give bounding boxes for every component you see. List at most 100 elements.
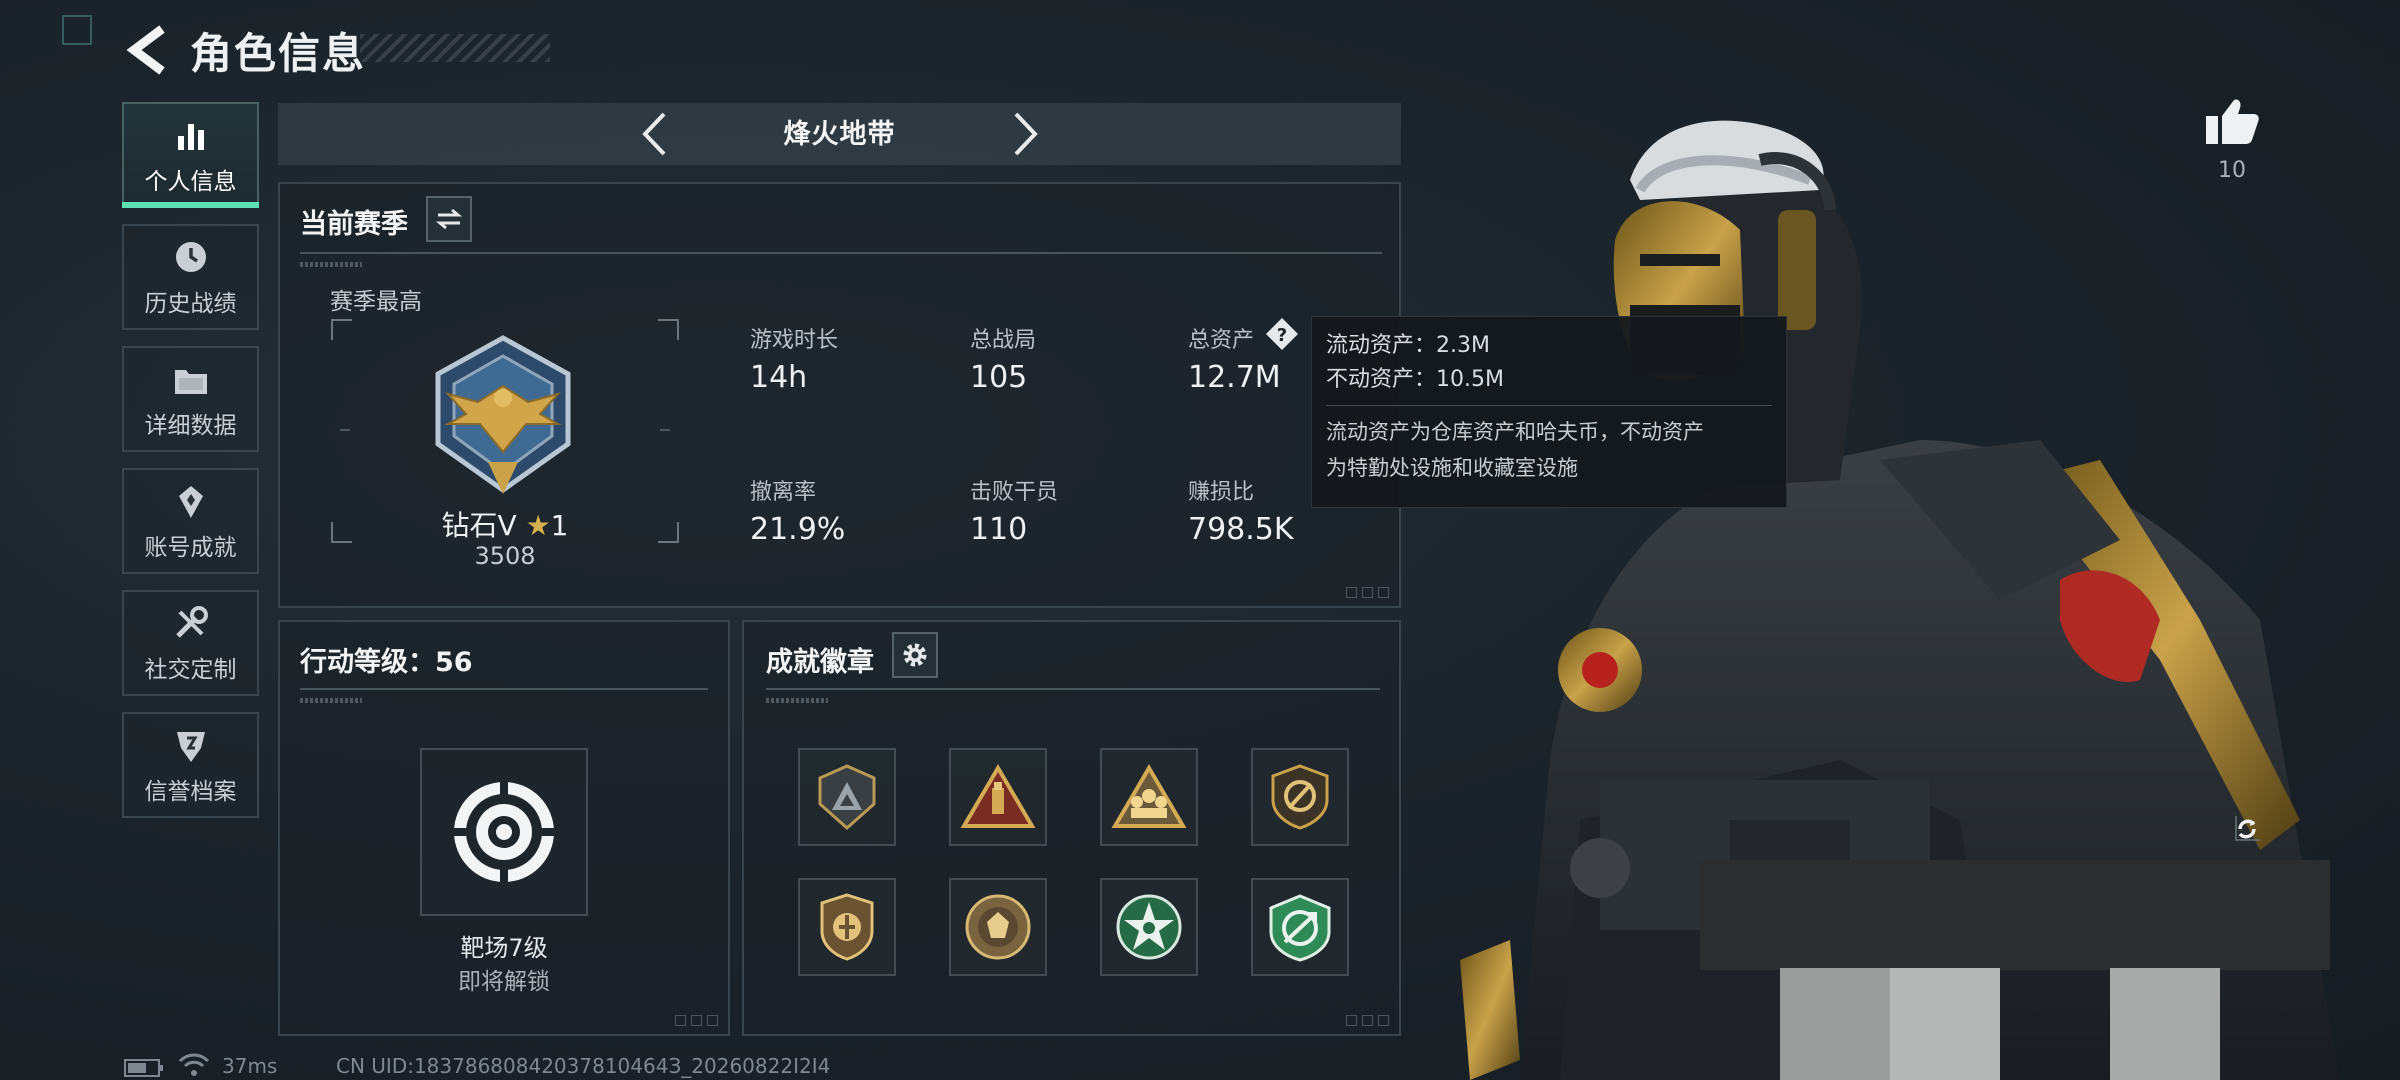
obscured-area: [1700, 860, 2330, 970]
thumbs-up-icon: [2206, 99, 2259, 144]
obscured-area: [1890, 968, 2000, 1080]
sidebar-item-details[interactable]: 详细数据: [122, 346, 259, 452]
rotate-icon: [2235, 816, 2260, 841]
wifi-icon: [178, 1052, 210, 1080]
achievement-badge[interactable]: [949, 878, 1047, 976]
tools-icon: [175, 606, 208, 638]
rank-name-row: 钻石V ★1: [420, 504, 590, 544]
stat-label: 总资产: [1188, 328, 1255, 353]
achievements-divider: [766, 688, 1380, 690]
stat-label: 赚损比: [1188, 480, 1255, 505]
action-level-title: 行动等级：56: [300, 647, 473, 678]
like-button[interactable]: [2204, 96, 2260, 150]
sidebar-item-profile[interactable]: 个人信息: [122, 102, 259, 208]
rank-name: 钻石V: [441, 509, 517, 542]
stat-label: 游戏时长: [750, 328, 839, 353]
season-best-label: 赛季最高: [330, 289, 422, 315]
badge-warning-triangle-icon: [960, 764, 1036, 828]
hatch-decoration: [766, 698, 828, 703]
target-icon: [448, 776, 560, 888]
back-button[interactable]: [118, 20, 178, 80]
sidebar-item-label: 历史战绩: [144, 291, 237, 317]
reward-tile[interactable]: [420, 748, 588, 916]
panel-corner-decoration: [675, 1015, 718, 1026]
hatch-decoration: [300, 262, 362, 267]
stat-value: 21.9%: [750, 512, 846, 547]
title-decoration: [360, 34, 550, 62]
achievement-icon: [178, 486, 203, 518]
sidebar-item-social[interactable]: 社交定制: [122, 590, 259, 696]
badge-triangle-shield-icon: [818, 764, 876, 831]
stat-value: 14h: [750, 360, 808, 395]
stat-value: 12.7M: [1188, 360, 1281, 395]
gear-icon: [903, 643, 927, 667]
badge-crest-icon: [820, 893, 874, 961]
tooltip-fixed-assets: 不动资产：10.5M: [1326, 367, 1504, 392]
tooltip-description-line: 为特勤处设施和收藏室设施: [1326, 456, 1578, 480]
uid-text: CN UID:18378680842037810464З_20260822I2I…: [336, 1054, 831, 1078]
panel-corner-decoration: [1346, 1015, 1389, 1026]
achievement-badge[interactable]: [1100, 878, 1198, 976]
asset-tooltip: 流动资产：2.3M 不动资产：10.5M 流动资产为仓库资产和哈夫币，不动资产 …: [1311, 316, 1787, 508]
help-diamond-icon: ?: [1266, 318, 1298, 350]
sidebar-item-credit[interactable]: 信誉档案: [122, 712, 259, 818]
badge-squad-triangle-icon: [1111, 764, 1187, 828]
obscured-area: [2110, 968, 2220, 1080]
sidebar-item-label: 个人信息: [144, 169, 237, 195]
rank-stars: 1: [550, 509, 569, 542]
season-divider: [300, 252, 1382, 254]
mode-title: 烽火地带: [783, 119, 896, 150]
sidebar-item-label: 信誉档案: [144, 779, 237, 805]
achievement-badge[interactable]: [1251, 878, 1349, 976]
like-count: 10: [2218, 158, 2246, 183]
badge-green-arrow-icon: [1269, 894, 1331, 962]
rank-emblem-icon: [435, 335, 571, 494]
chevron-right-icon: [1014, 112, 1038, 156]
stat-value: 110: [970, 512, 1028, 547]
star-icon: ★: [525, 509, 551, 542]
sidebar-item-achievements[interactable]: 账号成就: [122, 468, 259, 574]
season-switch-button[interactable]: [426, 196, 472, 242]
back-arrow-icon: [126, 25, 165, 75]
ping-value: 37ms: [222, 1054, 278, 1078]
sidebar-item-label: 详细数据: [144, 413, 237, 439]
history-icon: [175, 242, 206, 272]
rank-score: 3508: [474, 542, 536, 570]
action-divider: [300, 688, 708, 690]
achievement-badge[interactable]: [1251, 748, 1349, 846]
sidebar-item-label: 社交定制: [144, 657, 237, 683]
stat-value: 105: [970, 360, 1028, 395]
swap-icon: [436, 208, 462, 230]
badge-medallion-icon: [965, 894, 1031, 960]
achievement-badge[interactable]: [798, 748, 896, 846]
achievement-badge[interactable]: [1100, 748, 1198, 846]
page-title: 角色信息: [190, 29, 367, 78]
battery-icon: [124, 1058, 164, 1080]
sidebar-item-label: 账号成就: [144, 535, 237, 561]
corner-marker: [62, 15, 92, 45]
credit-icon: [176, 732, 205, 762]
badge-green-star-icon: [1116, 894, 1182, 960]
mode-next-button[interactable]: [1000, 108, 1052, 160]
achievement-badge[interactable]: [798, 878, 896, 976]
tooltip-divider: [1326, 405, 1772, 406]
bar-chart-icon: [177, 124, 204, 150]
stat-label: 击败干员: [970, 480, 1059, 505]
hatch-decoration: [300, 698, 362, 703]
tooltip-liquid-assets: 流动资产：2.3M: [1326, 333, 1490, 358]
achievement-badge[interactable]: [949, 748, 1047, 846]
badge-shield-ring-icon: [1271, 764, 1329, 830]
rotate-button[interactable]: [2224, 806, 2270, 852]
sidebar-item-history[interactable]: 历史战绩: [122, 224, 259, 330]
stat-value: 798.5K: [1188, 512, 1294, 547]
stat-label: 总战局: [970, 328, 1037, 353]
reward-name: 靶场7级: [460, 934, 548, 962]
season-title: 当前赛季: [300, 209, 408, 240]
achievements-settings-button[interactable]: [892, 632, 938, 678]
reward-status: 即将解锁: [458, 969, 550, 995]
achievements-title: 成就徽章: [766, 647, 874, 678]
obscured-area: [1780, 968, 1890, 1080]
svg-text:?: ?: [1277, 325, 1287, 346]
asset-help-button[interactable]: ?: [1264, 316, 1300, 356]
stat-label: 撤离率: [750, 480, 817, 505]
